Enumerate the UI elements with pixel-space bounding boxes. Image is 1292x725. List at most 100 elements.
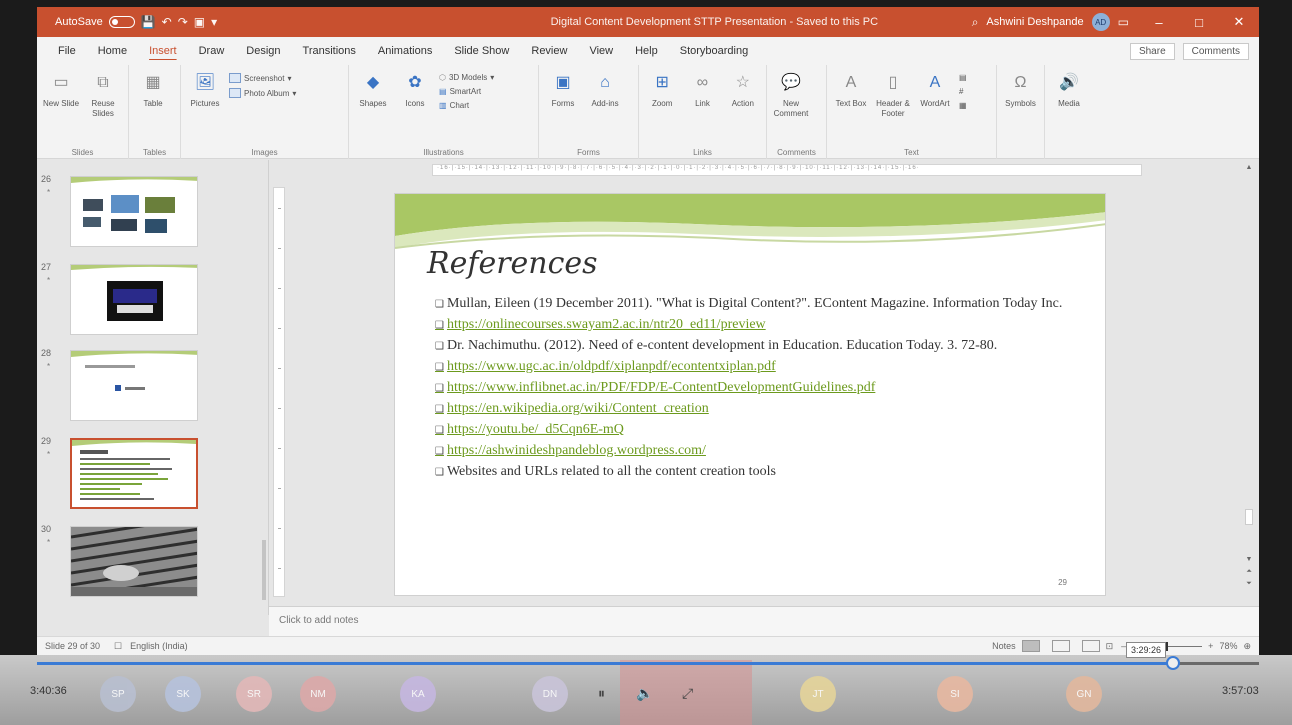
- tab-slide-show[interactable]: Slide Show: [443, 37, 520, 65]
- close-button[interactable]: ✕: [1219, 14, 1259, 30]
- notes-pane[interactable]: Click to add notes: [269, 606, 1259, 636]
- tab-animations[interactable]: Animations: [367, 37, 443, 65]
- screenshot-button[interactable]: Screenshot ▾: [229, 73, 296, 83]
- scroll-down-icon[interactable]: ▼: [1243, 556, 1255, 563]
- tab-home[interactable]: Home: [87, 37, 138, 65]
- ribbon-display-icon[interactable]: ▭: [1118, 15, 1129, 29]
- pictures-button[interactable]: 🖼 Pictures: [187, 71, 223, 159]
- language-indicator[interactable]: English (India): [130, 641, 188, 651]
- slide-thumbnail-30[interactable]: [70, 526, 198, 597]
- next-slide-icon[interactable]: ⏷: [1243, 580, 1255, 588]
- spellcheck-icon[interactable]: ☐: [114, 641, 122, 652]
- reference-link[interactable]: https://www.inflibnet.ac.in/PDF/FDP/E-Co…: [435, 380, 1075, 397]
- shapes-button[interactable]: ◆ Shapes: [355, 71, 391, 159]
- save-icon[interactable]: 💾: [141, 15, 156, 29]
- participant-avatar[interactable]: NM: [300, 676, 336, 712]
- media-button[interactable]: 🔊 Media: [1051, 71, 1087, 159]
- participant-avatar[interactable]: DN: [532, 676, 568, 712]
- comments-button[interactable]: Comments: [1182, 42, 1249, 60]
- slide-sorter-button[interactable]: [1051, 640, 1070, 652]
- user-area[interactable]: ⌕ Ashwini Deshpande AD ▭: [972, 13, 1129, 31]
- scroll-up-icon[interactable]: ▲: [1243, 164, 1255, 171]
- object-icon[interactable]: ▦: [959, 101, 967, 110]
- thumbnail-scrollbar[interactable]: [261, 170, 267, 610]
- reference-link[interactable]: https://en.wikipedia.org/wiki/Content_cr…: [435, 401, 1075, 418]
- date-time-icon[interactable]: ▤: [959, 73, 967, 82]
- tab-storyboarding[interactable]: Storyboarding: [669, 37, 760, 65]
- slide-number-icon[interactable]: #: [959, 87, 967, 96]
- reference-item[interactable]: Websites and URLs related to all the con…: [435, 464, 1075, 481]
- participant-avatar[interactable]: KA: [400, 676, 436, 712]
- fullscreen-icon[interactable]: ⤢: [682, 685, 693, 702]
- tab-design[interactable]: Design: [235, 37, 291, 65]
- tab-insert[interactable]: Insert: [138, 37, 188, 65]
- tab-transitions[interactable]: Transitions: [292, 37, 367, 65]
- photo-album-button[interactable]: Photo Album ▾: [229, 88, 296, 98]
- reference-link[interactable]: https://youtu.be/_d5Cqn6E-mQ: [435, 422, 1075, 439]
- pause-icon[interactable]: ⏸: [598, 685, 605, 702]
- 3d-models-button[interactable]: ⬡ 3D Models ▾: [439, 73, 494, 82]
- reuse-slides-button[interactable]: ⧉ Reuse Slides: [85, 71, 121, 159]
- zoom-level[interactable]: 78%: [1219, 641, 1237, 651]
- tab-view[interactable]: View: [578, 37, 624, 65]
- reference-item[interactable]: Mullan, Eileen (19 December 2011). "What…: [435, 296, 1075, 313]
- slideshow-icon[interactable]: ⊡: [1106, 641, 1114, 652]
- scrollbar-thumb[interactable]: [262, 540, 266, 600]
- table-button[interactable]: ▦ Table: [135, 71, 171, 159]
- volume-icon[interactable]: 🔈: [636, 685, 653, 702]
- new-comment-button[interactable]: 💬 New Comment: [773, 71, 809, 159]
- references-list[interactable]: Mullan, Eileen (19 December 2011). "What…: [435, 296, 1075, 485]
- zoom-in-icon[interactable]: +: [1208, 641, 1213, 651]
- participant-avatar[interactable]: JT: [800, 676, 836, 712]
- chart-button[interactable]: ▥ Chart: [439, 101, 494, 110]
- wordart-button[interactable]: A WordArt: [917, 71, 953, 159]
- slide-title[interactable]: References: [427, 246, 598, 281]
- fit-slide-icon[interactable]: ⊕: [1243, 641, 1251, 652]
- action-button[interactable]: ☆ Action: [726, 71, 760, 159]
- undo-icon[interactable]: ↶: [162, 15, 172, 29]
- share-button[interactable]: Share: [1129, 42, 1175, 60]
- previous-slide-icon[interactable]: ⏶: [1243, 568, 1255, 576]
- tab-review[interactable]: Review: [520, 37, 578, 65]
- slide-thumbnail-27[interactable]: [70, 264, 198, 335]
- user-avatar[interactable]: AD: [1091, 13, 1110, 31]
- scrollbar-thumb[interactable]: [1245, 509, 1253, 525]
- header-footer-button[interactable]: ▯ Header & Footer: [875, 71, 911, 159]
- addins-button[interactable]: ⌂ Add-ins: [587, 71, 623, 159]
- reference-item[interactable]: Dr. Nachimuthu. (2012). Need of e-conten…: [435, 338, 1075, 355]
- participant-avatar[interactable]: SP: [100, 676, 136, 712]
- text-box-button[interactable]: A Text Box: [833, 71, 869, 159]
- reference-link[interactable]: https://onlinecourses.swayam2.ac.in/ntr2…: [435, 317, 1075, 334]
- forms-button[interactable]: ▣ Forms: [545, 71, 581, 159]
- notes-toggle-button[interactable]: Notes: [992, 641, 1016, 651]
- slide-canvas[interactable]: References Mullan, Eileen (19 December 2…: [394, 193, 1106, 596]
- participant-avatar[interactable]: SR: [236, 676, 272, 712]
- slide-thumbnail-28[interactable]: [70, 350, 198, 421]
- customize-qat-icon[interactable]: ▾: [211, 15, 217, 29]
- reference-link[interactable]: https://ashwinideshpandeblog.wordpress.c…: [435, 443, 1075, 460]
- symbols-button[interactable]: Ω Symbols: [1003, 71, 1038, 159]
- new-slide-button[interactable]: ▭ New Slide: [43, 71, 79, 159]
- participant-avatar[interactable]: GN: [1066, 676, 1102, 712]
- maximize-button[interactable]: □: [1179, 15, 1219, 30]
- slide-thumbnail-29[interactable]: [70, 438, 198, 509]
- tab-help[interactable]: Help: [624, 37, 669, 65]
- tab-draw[interactable]: Draw: [188, 37, 236, 65]
- video-progress-bar[interactable]: [37, 656, 1259, 670]
- tab-file[interactable]: File: [47, 37, 87, 65]
- minimize-button[interactable]: –: [1139, 15, 1179, 30]
- slide-scrollbar[interactable]: ▲ ▼ ⏶ ⏷: [1243, 164, 1255, 604]
- reading-view-button[interactable]: [1081, 640, 1100, 652]
- link-button[interactable]: ∞ Link: [685, 71, 719, 159]
- normal-view-button[interactable]: [1021, 640, 1040, 652]
- search-icon[interactable]: ⌕: [972, 15, 979, 30]
- present-icon[interactable]: ▣: [194, 15, 205, 29]
- redo-icon[interactable]: ↷: [178, 15, 188, 29]
- participant-avatar[interactable]: SK: [165, 676, 201, 712]
- reference-link[interactable]: https://www.ugc.ac.in/oldpdf/xiplanpdf/e…: [435, 359, 1075, 376]
- slide-thumbnail-26[interactable]: [70, 176, 198, 247]
- icons-button[interactable]: ✿ Icons: [397, 71, 433, 159]
- zoom-button[interactable]: ⊞ Zoom: [645, 71, 679, 159]
- participant-avatar[interactable]: SI: [937, 676, 973, 712]
- autosave-toggle[interactable]: [108, 16, 135, 28]
